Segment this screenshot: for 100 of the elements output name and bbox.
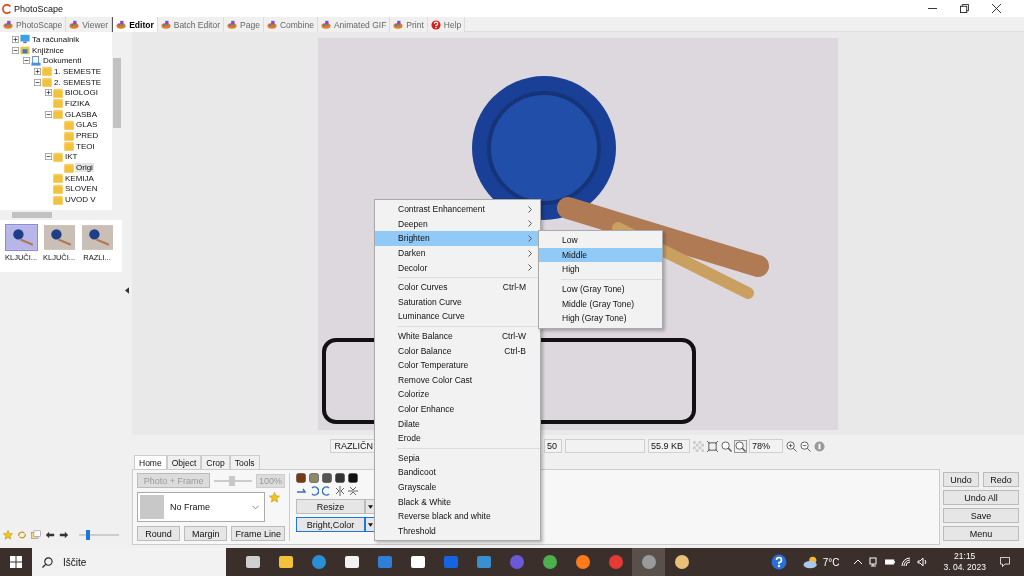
weather-icon[interactable] [802,554,819,570]
menu-item[interactable]: Luminance Curve [375,309,540,324]
menu-item[interactable]: Color Curves Ctrl-M [375,279,540,295]
tree-item[interactable]: GLASBA [64,109,98,119]
flip-horizontal-icon[interactable] [335,486,345,496]
collapse-arrow-icon[interactable] [125,286,129,294]
clock-time[interactable]: 21:15 [954,551,976,562]
menu-item[interactable]: Decolor [375,260,540,275]
tab[interactable]: Home [134,455,167,469]
action-button[interactable]: Menu [943,526,1019,541]
tab[interactable]: Page [224,17,264,32]
menu-item[interactable]: White Balance Ctrl-W [375,328,540,344]
menu-item[interactable]: Erode [375,430,540,446]
expand-toggle[interactable] [12,46,19,54]
frame-dropdown[interactable]: No Frame [137,492,265,522]
tab[interactable]: Object [166,455,202,469]
menu-item[interactable]: Low [539,233,662,248]
tab[interactable]: Animated GIF [317,17,391,32]
tool-button[interactable]: Resize [296,499,365,514]
weather-temperature[interactable]: 7°C [822,556,840,568]
menu-item[interactable]: Saturation Curve [375,294,540,310]
star-icon[interactable] [269,492,280,503]
expand-toggle[interactable] [45,153,52,161]
slider-thumb[interactable] [86,530,91,540]
action-button[interactable]: Undo [943,472,979,487]
tree-item[interactable]: UVOD V [64,195,97,205]
tree-item[interactable]: Origi [75,163,94,173]
tool-button[interactable]: Bright,Color [296,517,365,532]
frame-button[interactable]: Round [137,526,181,541]
tree-item[interactable]: 2. SEMESTE [53,77,103,87]
redo-icon[interactable] [59,530,69,540]
windows-logo-icon[interactable] [10,556,22,568]
speaker-icon[interactable] [917,557,928,567]
undo-icon[interactable] [45,530,55,540]
menu-item[interactable]: Color Balance Ctrl-B [375,343,540,358]
frame-button[interactable]: Frame Line [231,526,285,541]
notification-icon[interactable] [1000,557,1010,567]
menu-item[interactable]: Remove Color Cast [375,372,540,388]
flip-icon[interactable] [296,486,306,496]
tree-item[interactable]: PRED [75,131,100,141]
menu-item[interactable]: Brighten [375,231,540,246]
action-button[interactable]: Undo All [943,490,1019,505]
frame-button[interactable]: Margin [184,526,228,541]
tree-item[interactable]: Knjižnice [31,45,65,55]
tab[interactable]: Batch Editor [157,17,225,32]
search-field[interactable]: Iščite [32,548,226,576]
help-icon[interactable] [770,554,787,570]
expand-toggle[interactable] [34,67,41,75]
tree-item[interactable]: Dokumenti [42,56,83,66]
tree-item[interactable]: 1. SEMESTE [53,66,103,76]
menu-item[interactable]: Reverse black and white [375,508,540,524]
menu-item[interactable]: Color Temperature [375,357,540,373]
restore-icon[interactable] [960,4,969,13]
chevron-up-icon[interactable] [853,557,864,567]
checker-icon[interactable] [693,440,704,452]
menu-item[interactable]: Low (Gray Tone) [539,281,662,297]
info-icon[interactable] [814,440,825,452]
menu-item[interactable]: Sepia [375,450,540,466]
menu-item[interactable]: Dilate [375,416,540,431]
app-icon[interactable] [409,554,426,570]
tree-item[interactable]: Ta računalnik [31,34,81,44]
tree-item[interactable]: TEOI [75,141,96,151]
fit-icon[interactable] [707,440,718,452]
tab[interactable]: Print [390,17,428,32]
zoom-in-icon[interactable] [786,440,797,452]
menu-item[interactable]: Middle (Gray Tone) [539,296,662,311]
tree-item[interactable]: IKT [64,152,79,162]
menu-item[interactable]: Colorize [375,387,540,402]
expand-toggle[interactable] [45,110,52,118]
menu-item[interactable]: Grayscale [375,479,540,495]
menu-item[interactable]: Darken [375,245,540,261]
menu-item[interactable]: Threshold [375,523,540,539]
expand-toggle[interactable] [34,78,41,86]
flip-vertical-icon[interactable] [348,486,358,496]
menu-item[interactable]: Bandicoot [375,465,540,480]
battery-icon[interactable] [885,557,896,567]
folder-icon[interactable] [277,554,294,570]
rotate-right-icon[interactable] [322,486,332,496]
tab[interactable]: PhotoScape [0,17,67,32]
tree-item[interactable]: BIOLOGI [64,88,99,98]
menu-item[interactable]: Deepen [375,216,540,232]
zoom-out-icon[interactable] [800,440,811,452]
tab[interactable]: Tools [229,455,260,469]
tab[interactable]: Crop [201,455,230,469]
menu-item[interactable]: Middle [539,247,662,263]
menu-item[interactable]: Contrast Enhancement [375,202,540,217]
zoom-icon[interactable] [735,440,746,452]
menu-item[interactable]: Black & White [375,494,540,509]
menu-item[interactable]: Color Enhance [375,401,540,417]
expand-toggle[interactable] [23,57,30,65]
clock-date[interactable]: 3. 04. 2023 [943,562,986,573]
tree-item[interactable]: KEMIJA [64,173,95,183]
tree-item[interactable]: FIZIKA [64,98,91,108]
action-button[interactable]: Save [943,508,1019,523]
tab[interactable]: Help [427,17,466,32]
tab[interactable]: Editor [112,17,158,32]
menu-item[interactable]: High [539,262,662,277]
close-icon[interactable] [992,4,1001,13]
tab[interactable]: Combine [263,17,318,32]
search-input[interactable]: Iščite [61,555,215,569]
